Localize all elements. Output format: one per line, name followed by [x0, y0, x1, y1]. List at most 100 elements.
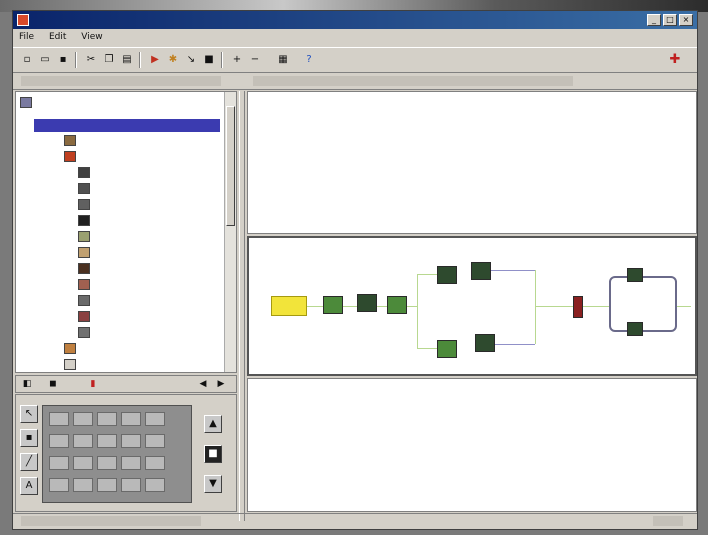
tree-row[interactable] [78, 166, 94, 180]
loop-node[interactable] [627, 268, 643, 282]
edge [495, 344, 535, 345]
debug-icon[interactable]: ✱ [165, 53, 181, 67]
zoom-out-icon[interactable]: − [247, 53, 263, 67]
path-right-label [253, 76, 573, 86]
thumbnail-cell[interactable] [121, 412, 141, 426]
tree-row[interactable] [64, 342, 80, 356]
thumbnail-cell[interactable] [121, 478, 141, 492]
process-node[interactable] [357, 294, 377, 312]
toolbar-separator [221, 52, 223, 68]
branch-node[interactable] [437, 266, 457, 284]
pane-splitter[interactable] [239, 91, 245, 521]
tree-row[interactable] [64, 134, 80, 148]
thumbnail-cell[interactable] [97, 478, 117, 492]
palette-up-icon[interactable]: ▲ [204, 415, 222, 433]
tree-row[interactable] [78, 294, 94, 308]
process-node[interactable] [387, 296, 407, 314]
thumbnail-cell[interactable] [145, 456, 165, 470]
menu-edit[interactable]: Edit [43, 30, 72, 44]
stop-node[interactable] [573, 296, 583, 318]
tree-row[interactable] [78, 262, 94, 276]
menu-view[interactable]: View [75, 30, 108, 44]
item-icon [78, 199, 90, 210]
tree-row[interactable] [78, 214, 94, 228]
pointer-tool-icon[interactable]: ↖ [20, 405, 38, 423]
thumbnail-cell[interactable] [145, 412, 165, 426]
tree-row[interactable] [78, 326, 94, 340]
node-tool-icon[interactable]: ▪ [20, 429, 38, 447]
thumbnail-cell[interactable] [73, 412, 93, 426]
tree-row[interactable] [78, 278, 94, 292]
thumbnail-cell[interactable] [145, 434, 165, 448]
text-tool-icon[interactable]: A [20, 477, 38, 495]
exit-icon[interactable]: ✚ [667, 53, 683, 67]
tree-row[interactable] [64, 358, 80, 372]
palette-color-icon[interactable]: ■ [204, 445, 222, 463]
thumbnail-cell[interactable] [49, 478, 69, 492]
thumbnail-cell[interactable] [49, 412, 69, 426]
save-icon[interactable]: ▪ [55, 53, 71, 67]
loop-block[interactable] [609, 276, 677, 332]
editor-pane-top[interactable] [247, 91, 697, 234]
title-bar[interactable]: _ □ × [13, 11, 697, 29]
run-icon[interactable]: ▶ [147, 53, 163, 67]
thumbnail-cell[interactable] [49, 434, 69, 448]
cut-icon[interactable]: ✂ [83, 53, 99, 67]
thumbnail-cell[interactable] [97, 434, 117, 448]
tree-row[interactable] [78, 198, 94, 212]
palette-tab-icon[interactable]: ▶ [214, 378, 228, 390]
palette-tab-icon[interactable]: ▮ [86, 378, 100, 390]
tree-scrollbar-thumb[interactable] [226, 106, 235, 226]
editor-pane-bottom[interactable] [247, 378, 697, 512]
tree-row[interactable] [78, 230, 94, 244]
app-icon [17, 14, 29, 26]
tree-scrollbar[interactable] [224, 92, 236, 372]
minimize-button[interactable]: _ [647, 14, 661, 26]
help-icon[interactable]: ? [301, 53, 317, 67]
new-icon[interactable]: ▫ [19, 53, 35, 67]
edge-tool-icon[interactable]: ╱ [20, 453, 38, 471]
branch-node[interactable] [437, 340, 457, 358]
palette-tab-icon[interactable]: ◼ [46, 378, 60, 390]
close-button[interactable]: × [679, 14, 693, 26]
palette-down-icon[interactable]: ▼ [204, 475, 222, 493]
open-icon[interactable]: ▭ [37, 53, 53, 67]
thumbnail-cell[interactable] [121, 434, 141, 448]
process-node[interactable] [323, 296, 343, 314]
folder-icon [20, 97, 32, 108]
maximize-button[interactable]: □ [663, 14, 677, 26]
stop-icon[interactable]: ■ [201, 53, 217, 67]
loop-node[interactable] [627, 322, 643, 336]
edge [377, 306, 387, 307]
thumbnail-cell[interactable] [73, 478, 93, 492]
tree-row[interactable] [20, 96, 36, 110]
tree-row[interactable] [78, 310, 94, 324]
branch-node[interactable] [471, 262, 491, 280]
tree-row[interactable] [78, 246, 94, 260]
step-icon[interactable]: ↘ [183, 53, 199, 67]
selected-node[interactable] [271, 296, 307, 316]
tree-row[interactable] [78, 182, 94, 196]
thumbnail-cell[interactable] [49, 456, 69, 470]
palette-tab-icon[interactable]: ◀ [196, 378, 210, 390]
tree-row[interactable] [64, 150, 80, 164]
edge [491, 270, 535, 271]
thumbnail-grid[interactable] [42, 405, 192, 503]
thumbnail-cell[interactable] [121, 456, 141, 470]
thumbnail-cell[interactable] [73, 434, 93, 448]
branch-node[interactable] [475, 334, 495, 352]
paste-icon[interactable]: ▤ [119, 53, 135, 67]
properties-icon[interactable]: ▦ [275, 53, 291, 67]
project-tree[interactable] [15, 91, 237, 373]
thumbnail-cell[interactable] [97, 456, 117, 470]
zoom-in-icon[interactable]: + [229, 53, 245, 67]
diagram-canvas[interactable] [247, 236, 697, 376]
palette-tab-icon[interactable]: ◧ [20, 378, 34, 390]
menu-file[interactable]: File [13, 30, 40, 44]
tree-selected-item[interactable] [34, 119, 220, 132]
thumbnail-cell[interactable] [145, 478, 165, 492]
thumbnail-cell[interactable] [73, 456, 93, 470]
menu-bar: File Edit View [13, 30, 697, 46]
copy-icon[interactable]: ❐ [101, 53, 117, 67]
thumbnail-cell[interactable] [97, 412, 117, 426]
